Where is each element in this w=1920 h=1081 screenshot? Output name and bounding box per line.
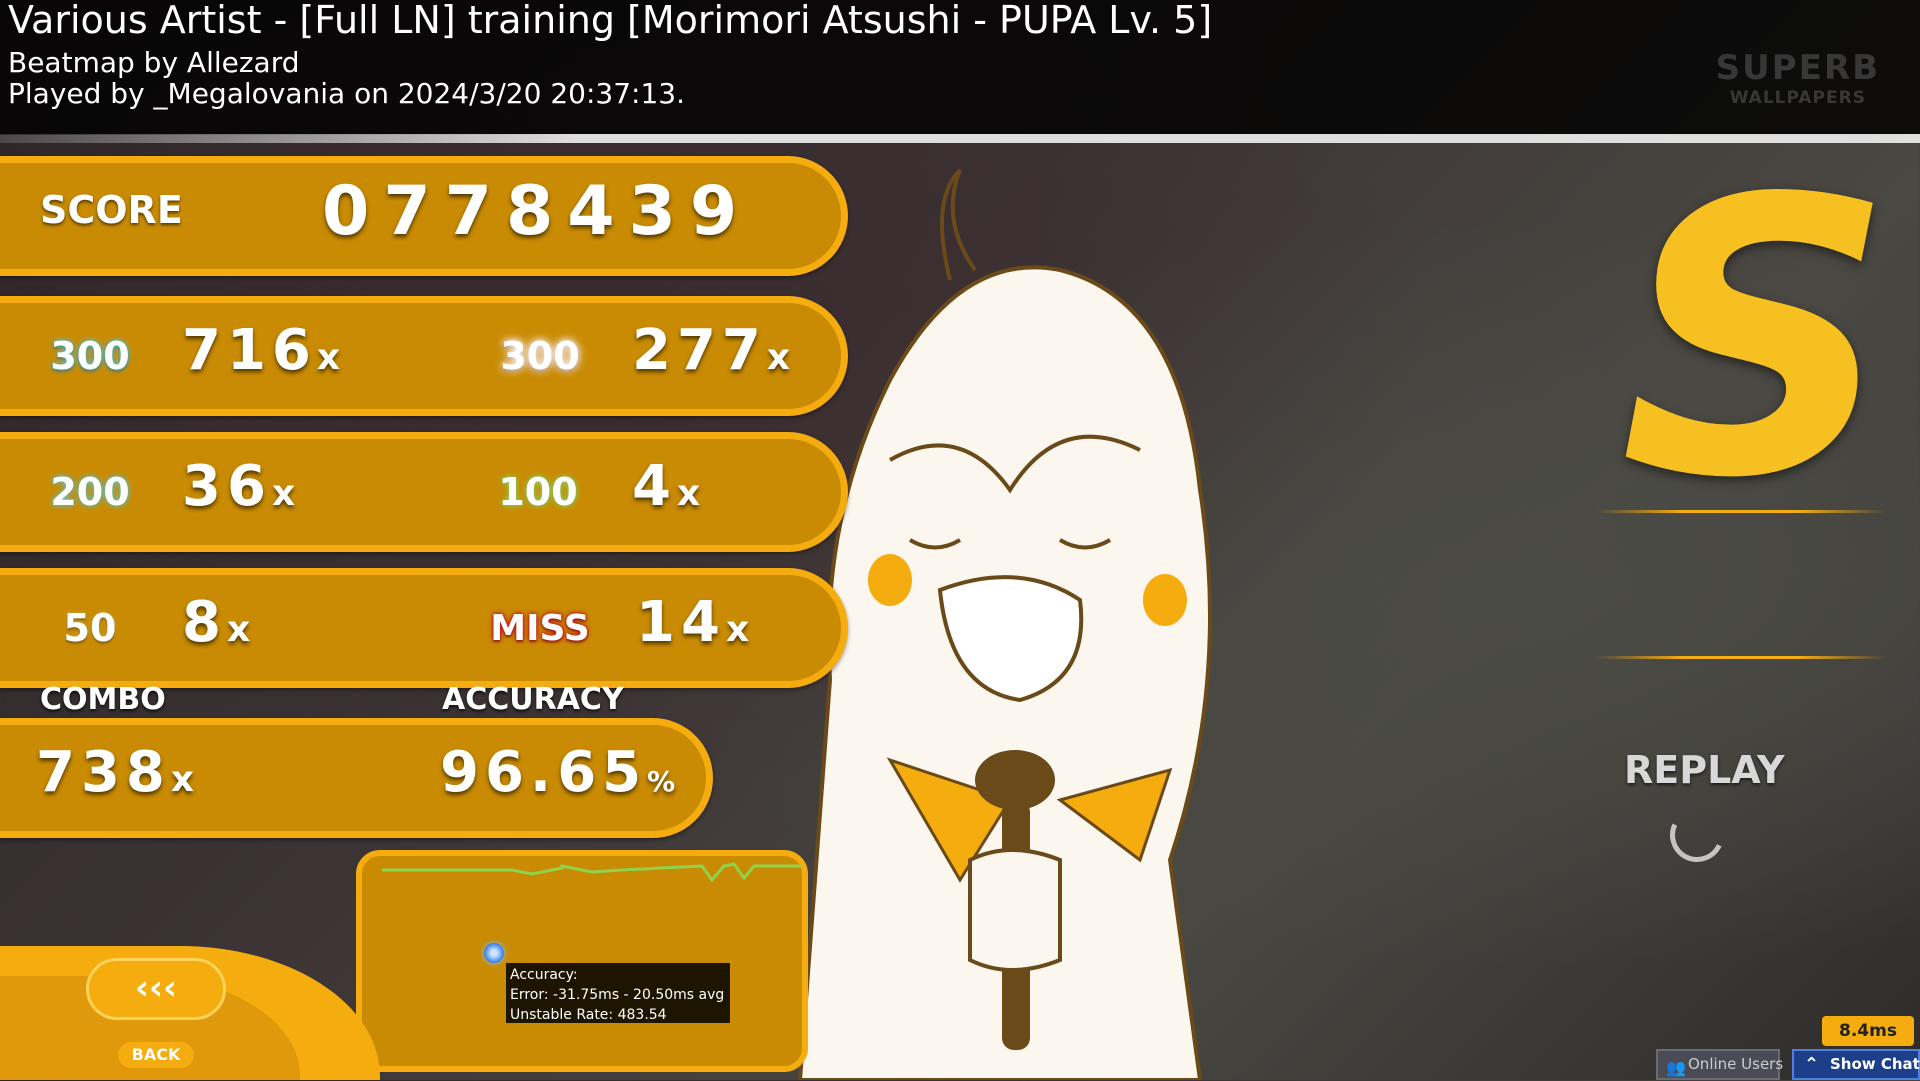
count-unit: x bbox=[725, 609, 750, 650]
judgement-100-icon: 100 bbox=[498, 470, 578, 514]
count-value: 716 bbox=[182, 318, 317, 383]
judgement-100-count: 4x bbox=[632, 454, 700, 519]
score-label: SCORE bbox=[40, 188, 183, 232]
count-unit: x bbox=[766, 337, 791, 378]
watermark: SUPERB WALLPAPERS bbox=[1716, 48, 1880, 108]
tooltip-title: Accuracy: bbox=[510, 967, 578, 983]
accuracy-value: 96.65% bbox=[440, 740, 675, 805]
count-unit: x bbox=[676, 473, 701, 514]
play-info: Played by _Megalovania on 2024/3/20 20:3… bbox=[8, 77, 685, 110]
count-unit: x bbox=[271, 473, 296, 514]
users-icon: 👥 bbox=[1666, 1058, 1686, 1077]
chevron-up-icon: ⌃ bbox=[1804, 1054, 1820, 1075]
score-value: 0778439 bbox=[322, 172, 752, 251]
beatmap-creator: Beatmap by Allezard bbox=[8, 46, 300, 79]
online-users-label: Online Users bbox=[1688, 1055, 1784, 1073]
count-value: 36 bbox=[182, 454, 272, 519]
graph-cursor bbox=[484, 943, 504, 963]
count-unit: x bbox=[316, 337, 341, 378]
combo-unit: x bbox=[170, 759, 195, 800]
back-button[interactable]: ‹‹‹ bbox=[86, 958, 226, 1020]
judgement-50-count: 8x bbox=[182, 590, 250, 655]
judgement-50-icon: 50 bbox=[63, 606, 117, 650]
beatmap-title: Various Artist - [Full LN] training [Mor… bbox=[8, 0, 1213, 42]
hp-graph-line bbox=[382, 862, 802, 883]
judgement-300g-count: 277x bbox=[632, 318, 790, 383]
combo-number: 738 bbox=[36, 740, 171, 805]
latency-indicator: 8.4ms bbox=[1822, 1016, 1914, 1046]
watermark-line2: WALLPAPERS bbox=[1729, 88, 1866, 108]
rank-divider-top bbox=[1596, 510, 1886, 513]
tooltip-unstable-rate: Unstable Rate: 483.54 bbox=[510, 1007, 667, 1023]
watermark-line1: SUPERB bbox=[1715, 48, 1880, 88]
count-value: 8 bbox=[182, 590, 227, 655]
combo-value: 738x bbox=[36, 740, 194, 805]
performance-graph[interactable] bbox=[356, 850, 808, 1072]
accuracy-tooltip: Accuracy: Error: -31.75ms - 20.50ms avg … bbox=[506, 963, 730, 1023]
replay-button[interactable]: REPLAY bbox=[1624, 748, 1785, 792]
combo-label: COMBO bbox=[40, 682, 166, 717]
accuracy-unit: % bbox=[647, 765, 676, 798]
count-value: 14 bbox=[636, 590, 726, 655]
tooltip-error: Error: -31.75ms - 20.50ms avg bbox=[510, 987, 725, 1003]
rank-divider-bottom bbox=[1596, 656, 1886, 659]
accuracy-number: 96.65 bbox=[440, 740, 648, 805]
count-value: 4 bbox=[632, 454, 677, 519]
count-unit: x bbox=[226, 609, 251, 650]
show-chat-button[interactable]: ⌃ Show Chat bbox=[1792, 1049, 1920, 1080]
judgement-200-icon: 200 bbox=[50, 470, 130, 514]
judgement-200-count: 36x bbox=[182, 454, 295, 519]
show-chat-label: Show Chat bbox=[1830, 1055, 1920, 1073]
loading-spinner-icon bbox=[1662, 800, 1732, 870]
judgement-300g-icon: 300 bbox=[500, 334, 580, 378]
results-header: Various Artist - [Full LN] training [Mor… bbox=[0, 0, 1920, 135]
judgement-300-count: 716x bbox=[182, 318, 340, 383]
back-arrows-icon: ‹‹‹ bbox=[134, 968, 178, 1008]
back-label[interactable]: BACK bbox=[118, 1042, 194, 1068]
count-value: 277 bbox=[632, 318, 767, 383]
judgement-miss-icon: MISS bbox=[490, 608, 590, 649]
judgement-miss-count: 14x bbox=[636, 590, 749, 655]
accuracy-label: ACCURACY bbox=[442, 682, 624, 717]
online-users-button[interactable]: 👥 Online Users bbox=[1656, 1049, 1784, 1080]
judgement-300-icon: 300 bbox=[50, 334, 130, 378]
rank-grade: S bbox=[1620, 118, 1894, 561]
